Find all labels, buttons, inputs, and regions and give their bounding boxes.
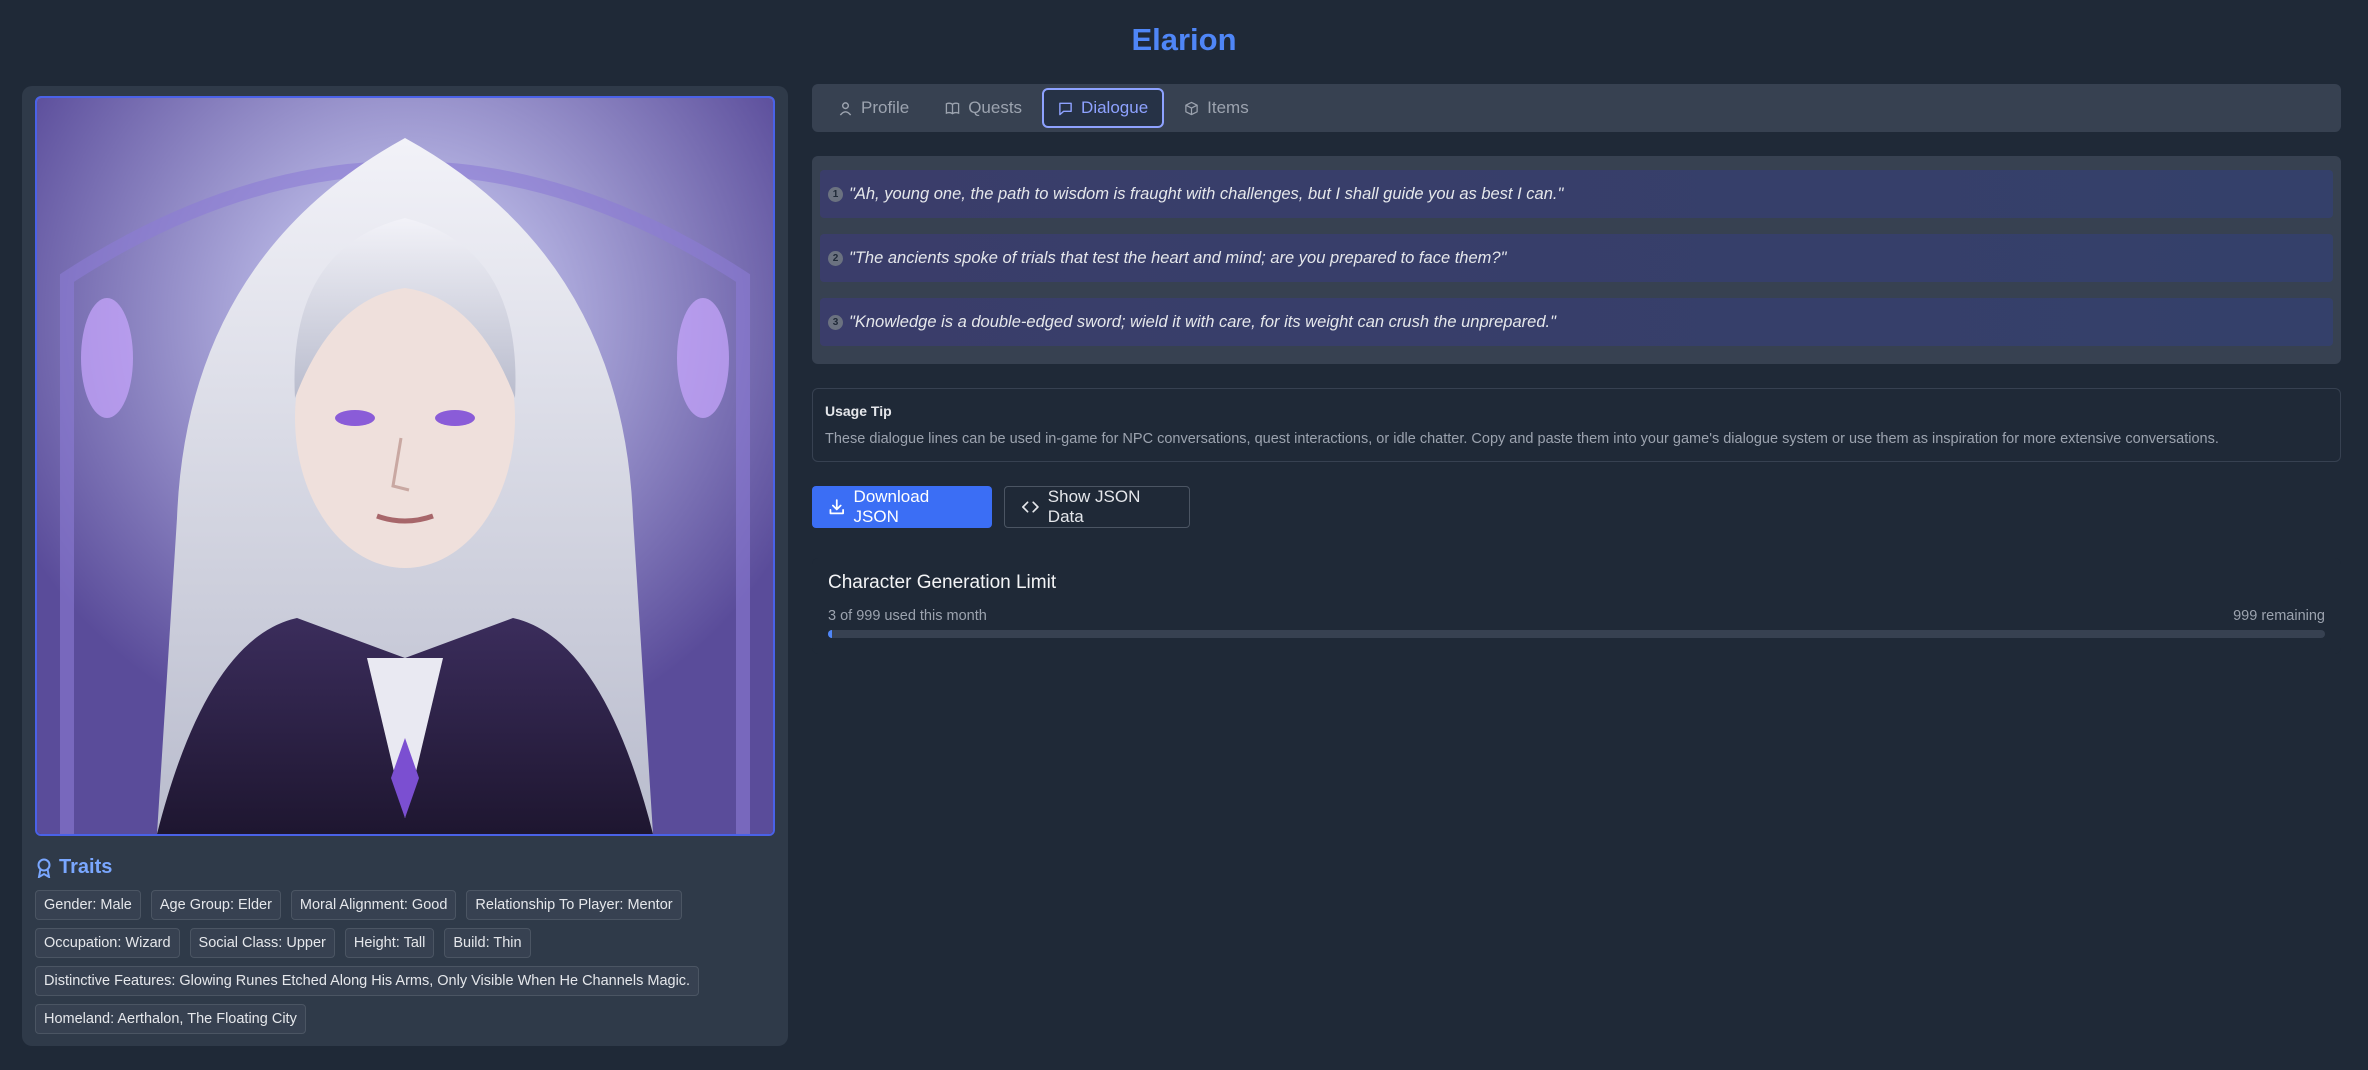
tab-quests[interactable]: Quests [929, 88, 1038, 128]
trait-tag: Height: Tall [344, 928, 435, 958]
show-json-button[interactable]: Show JSON Data [1004, 486, 1190, 528]
dialogue-line: 3 "Knowledge is a double-edged sword; wi… [820, 298, 2333, 346]
show-json-label: Show JSON Data [1047, 487, 1141, 526]
trait-tag: Moral Alignment: Good [290, 890, 457, 920]
dialogue-list: 1 "Ah, young one, the path to wisdom is … [812, 156, 2341, 364]
character-card: Traits Gender: Male Age Group: Elder Mor… [22, 86, 788, 1046]
limit-used: 3 of 999 used this month [828, 608, 987, 624]
tab-label: Quests [968, 98, 1023, 117]
trait-tag: Occupation: Wizard [35, 928, 180, 958]
tab-items[interactable]: Items [1168, 88, 1265, 128]
tip-text: These dialogue lines can be used in-game… [825, 431, 2219, 447]
download-json-button[interactable]: Download JSON [812, 486, 992, 528]
code-icon [1022, 501, 1039, 513]
tab-label: Items [1207, 98, 1249, 117]
line-number: 2 [828, 250, 843, 266]
traits-heading-label: Traits [59, 856, 113, 878]
dialogue-text: "The ancients spoke of trials that test … [849, 248, 1507, 267]
action-buttons: Download JSON Show JSON Data [812, 486, 1190, 528]
usage-tip: Usage Tip These dialogue lines can be us… [812, 388, 2341, 462]
limit-progress-fill [828, 630, 833, 638]
tab-label: Profile [861, 98, 910, 117]
download-json-label: Download JSON [853, 487, 930, 526]
traits-heading: Traits [36, 856, 112, 879]
tab-dialogue[interactable]: Dialogue [1042, 88, 1165, 128]
tab-profile[interactable]: Profile [822, 88, 925, 128]
limit-title: Character Generation Limit [828, 572, 1057, 593]
page-title: Elarion [1131, 22, 1237, 57]
generation-limit: Character Generation Limit 3 of 999 used… [812, 558, 2341, 654]
trait-tag: Social Class: Upper [189, 928, 335, 958]
message-icon [1059, 102, 1072, 115]
tab-label: Dialogue [1081, 98, 1149, 117]
dialogue-text: "Ah, young one, the path to wisdom is fr… [849, 184, 1564, 203]
trait-tag: Homeland: Aerthalon, The Floating City [35, 1004, 306, 1034]
user-icon [839, 101, 852, 116]
trait-tag: Build: Thin [444, 928, 531, 958]
dialogue-line: 1 "Ah, young one, the path to wisdom is … [820, 170, 2333, 218]
trait-tag: Age Group: Elder [150, 890, 281, 920]
limit-remaining: 999 remaining [2233, 608, 2325, 624]
book-icon [945, 102, 960, 114]
award-icon [37, 858, 51, 878]
line-number: 1 [828, 186, 843, 202]
dialogue-text: "Knowledge is a double-edged sword; wiel… [849, 312, 1556, 331]
dialogue-line: 2 "The ancients spoke of trials that tes… [820, 234, 2333, 282]
trait-tag: Relationship To Player: Mentor [466, 890, 682, 920]
character-portrait [35, 96, 775, 836]
tip-title: Usage Tip [825, 403, 892, 419]
cube-icon [1185, 101, 1198, 115]
line-number: 3 [828, 314, 843, 330]
tab-bar: Profile Quests Dialogue Items [812, 84, 2341, 132]
trait-tag: Distinctive Features: Glowing Runes Etch… [35, 966, 700, 996]
download-icon [829, 499, 844, 515]
limit-progress-bar [828, 630, 2325, 638]
traits-list: Gender: Male Age Group: Elder Moral Alig… [35, 890, 775, 1034]
trait-tag: Gender: Male [35, 890, 141, 920]
